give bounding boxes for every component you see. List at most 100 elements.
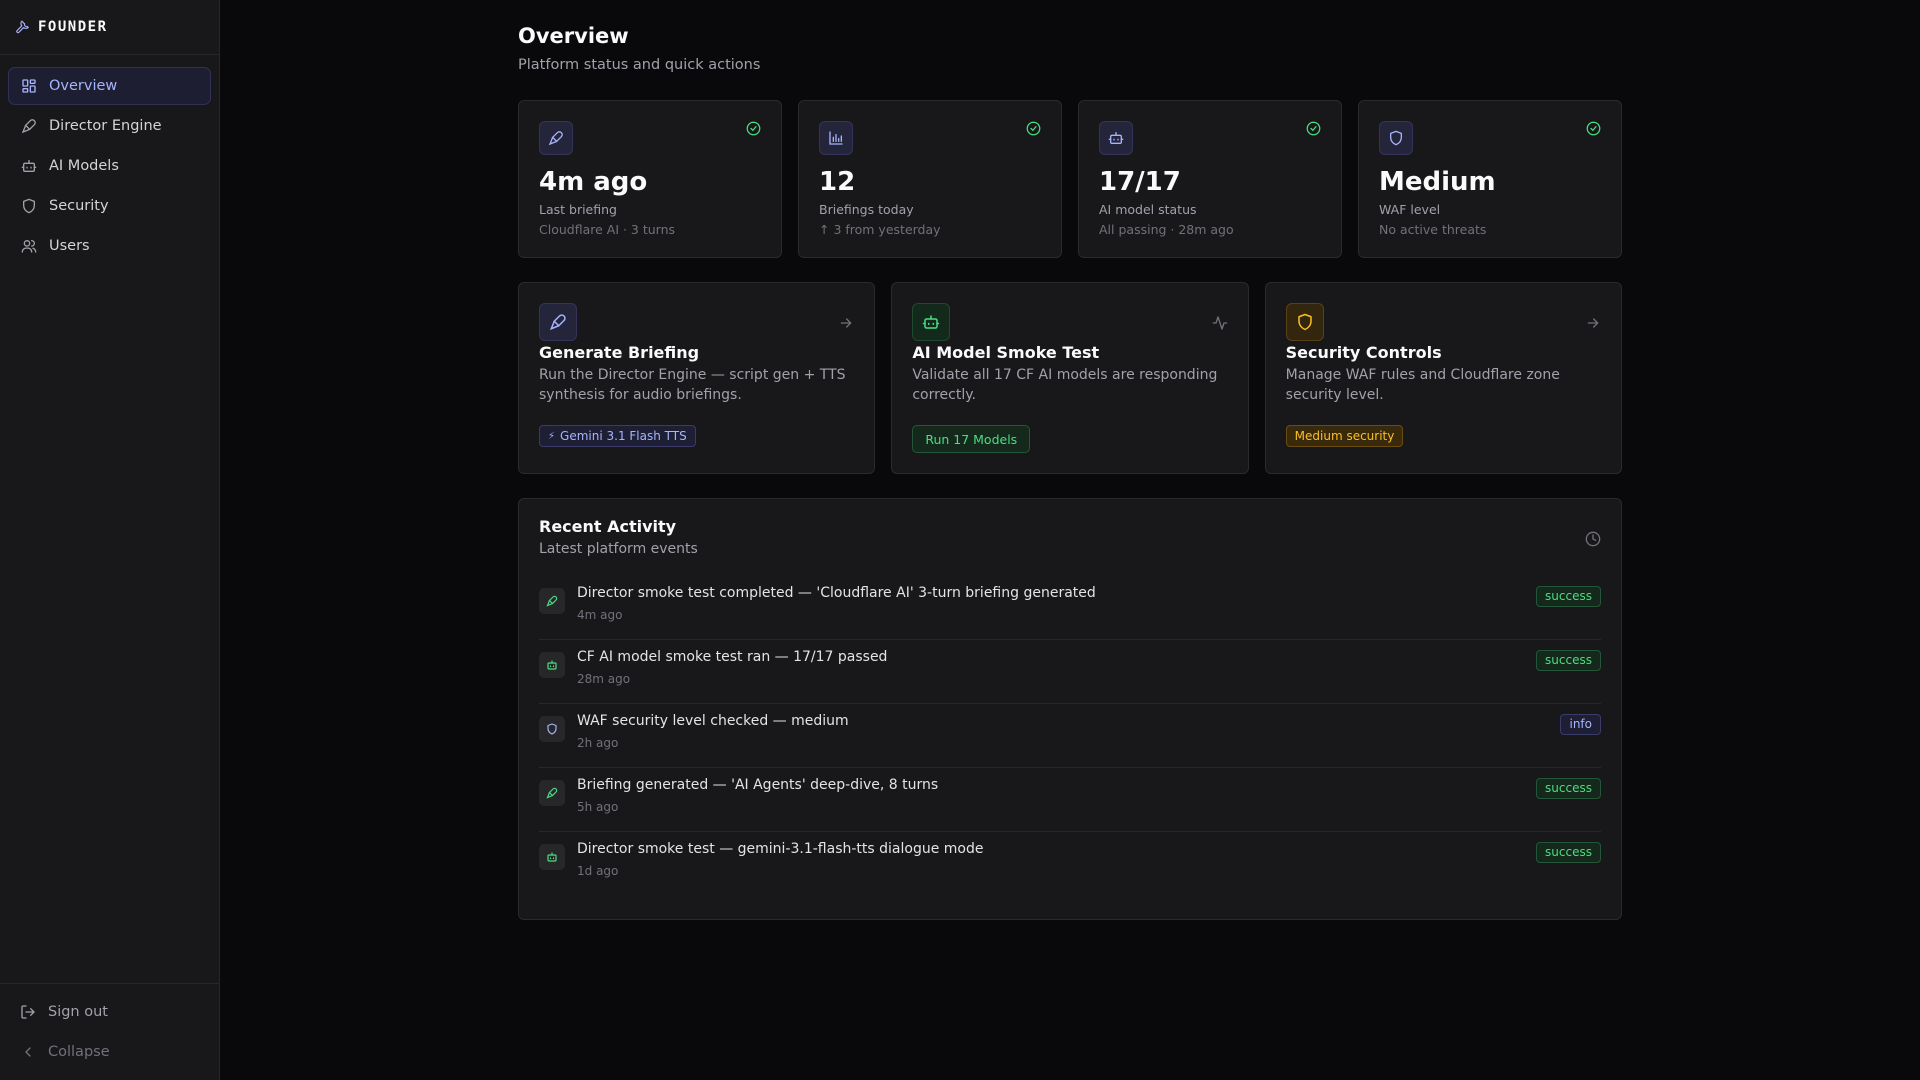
event-time: 1d ago <box>577 864 619 878</box>
action-icon-box <box>912 303 951 341</box>
recent-activity-panel: Recent Activity Latest platform events D… <box>518 498 1622 920</box>
activity-icon <box>1212 316 1227 330</box>
mic-icon <box>548 131 563 146</box>
stat-icon-box <box>1379 121 1413 155</box>
sign-out-label: Sign out <box>48 1004 108 1020</box>
stat-value: 4m ago <box>539 167 648 197</box>
sidebar-item-users[interactable]: Users <box>8 227 211 265</box>
action-icon-box <box>1285 303 1324 341</box>
list-item: CF AI model smoke test ran — 17/17 passe… <box>539 640 1601 704</box>
status-badge: success <box>1536 650 1601 671</box>
shield-icon <box>23 198 35 214</box>
event-icon-box <box>539 652 565 678</box>
mic-icon <box>549 314 566 331</box>
stat-cards: 4m ago Last briefing Cloudflare AI · 3 t… <box>518 100 1622 258</box>
event-icon-box <box>539 716 565 742</box>
bot-icon <box>547 852 557 862</box>
sidebar-item-security[interactable]: Security <box>8 187 211 225</box>
event-time: 5h ago <box>577 800 619 814</box>
shield-icon <box>547 723 557 735</box>
generate-briefing-card[interactable]: Generate Briefing Run the Director Engin… <box>518 282 876 474</box>
action-title: AI Model Smoke Test <box>912 343 1100 362</box>
check-circle-icon <box>1026 121 1041 136</box>
security-level-tag: Medium security <box>1285 425 1404 447</box>
brand-name: FOUNDER <box>38 19 108 35</box>
event-icon-box <box>539 588 565 614</box>
model-tag: ⚡ Gemini 3.1 Flash TTS <box>539 425 696 447</box>
action-description: Validate all 17 CF AI models are respond… <box>912 367 1218 403</box>
stat-icon-box <box>1099 121 1133 155</box>
page-title: Overview <box>518 24 629 48</box>
stat-card-briefings-today: 12 Briefings today ↑ 3 from yesterday <box>798 100 1062 258</box>
action-description: Run the Director Engine — script gen + T… <box>539 367 846 403</box>
check-circle-icon <box>1306 121 1321 136</box>
stat-label: Last briefing <box>539 202 617 217</box>
sidebar-item-label: AI Models <box>49 158 119 174</box>
stat-label: AI model status <box>1099 202 1197 217</box>
brand[interactable]: FOUNDER <box>0 0 219 55</box>
event-text: Briefing generated — 'AI Agents' deep-di… <box>577 777 939 793</box>
list-item: Briefing generated — 'AI Agents' deep-di… <box>539 768 1601 832</box>
clock-icon <box>1585 531 1601 547</box>
arrow-right-icon <box>840 318 852 328</box>
page-subtitle: Platform status and quick actions <box>518 57 761 73</box>
action-description: Manage WAF rules and Cloudflare zone sec… <box>1285 367 1560 403</box>
stat-icon-box <box>539 121 573 155</box>
stat-label: Briefings today <box>819 202 914 217</box>
stat-card-waf-level: Medium WAF level No active threats <box>1358 100 1622 258</box>
sign-out-button[interactable]: Sign out <box>8 992 211 1032</box>
security-controls-card[interactable]: Security Controls Manage WAF rules and C… <box>1264 282 1622 474</box>
bar-chart-icon <box>829 131 843 145</box>
stat-value: 12 <box>819 167 856 197</box>
sidebar-item-director-engine[interactable]: Director Engine <box>8 107 211 145</box>
status-badge: success <box>1536 842 1601 863</box>
shield-icon <box>1390 130 1402 146</box>
check-circle-icon <box>1586 121 1601 136</box>
users-icon <box>21 240 37 253</box>
action-title: Generate Briefing <box>539 343 700 362</box>
status-badge: success <box>1536 586 1601 607</box>
event-icon-box <box>539 844 565 870</box>
dashboard-icon <box>22 79 36 93</box>
chevron-left-icon <box>25 1047 31 1057</box>
bot-icon <box>923 315 940 329</box>
event-text: Director smoke test completed — 'Cloudfl… <box>577 585 1096 601</box>
activity-list: Director smoke test completed — 'Cloudfl… <box>539 576 1601 896</box>
event-time: 4m ago <box>577 608 623 622</box>
stat-card-ai-model-status: 17/17 AI model status All passing · 28m … <box>1078 100 1342 258</box>
bot-icon <box>547 660 557 670</box>
action-cards: Generate Briefing Run the Director Engin… <box>518 282 1622 474</box>
stat-value: 17/17 <box>1099 167 1181 197</box>
stat-card-last-briefing: 4m ago Last briefing Cloudflare AI · 3 t… <box>518 100 782 258</box>
event-time: 28m ago <box>577 672 631 686</box>
shield-icon <box>1297 313 1312 331</box>
event-icon-box <box>539 780 565 806</box>
sparkle-icon: ⚡ <box>548 430 556 442</box>
stat-icon-box <box>819 121 853 155</box>
check-circle-icon <box>746 121 761 136</box>
stat-detail: ↑ 3 from yesterday <box>819 222 941 237</box>
list-item: WAF security level checked — medium 2h a… <box>539 704 1601 768</box>
event-text: CF AI model smoke test ran — 17/17 passe… <box>577 649 888 665</box>
status-badge: info <box>1560 714 1601 735</box>
sidebar-item-label: Overview <box>49 78 118 94</box>
logout-icon <box>21 1005 35 1019</box>
stat-detail: No active threats <box>1379 222 1487 237</box>
run-models-button[interactable]: Run 17 Models <box>912 425 1031 453</box>
bot-icon <box>1108 132 1124 144</box>
activity-title: Recent Activity <box>539 517 677 536</box>
sidebar-item-label: Users <box>49 238 90 254</box>
collapse-button[interactable]: Collapse <box>8 1032 211 1072</box>
bot-icon <box>21 160 37 172</box>
stat-detail: Cloudflare AI · 3 turns <box>539 222 676 237</box>
mic-icon <box>546 787 558 799</box>
sidebar-item-ai-models[interactable]: AI Models <box>8 147 211 185</box>
sidebar-item-overview[interactable]: Overview <box>8 67 211 105</box>
arrow-right-icon <box>1587 318 1599 328</box>
stat-label: WAF level <box>1379 202 1441 217</box>
status-badge: success <box>1536 778 1601 799</box>
activity-subtitle: Latest platform events <box>539 541 698 557</box>
collapse-label: Collapse <box>48 1044 110 1060</box>
event-time: 2h ago <box>577 736 619 750</box>
sidebar-item-label: Security <box>49 198 109 214</box>
